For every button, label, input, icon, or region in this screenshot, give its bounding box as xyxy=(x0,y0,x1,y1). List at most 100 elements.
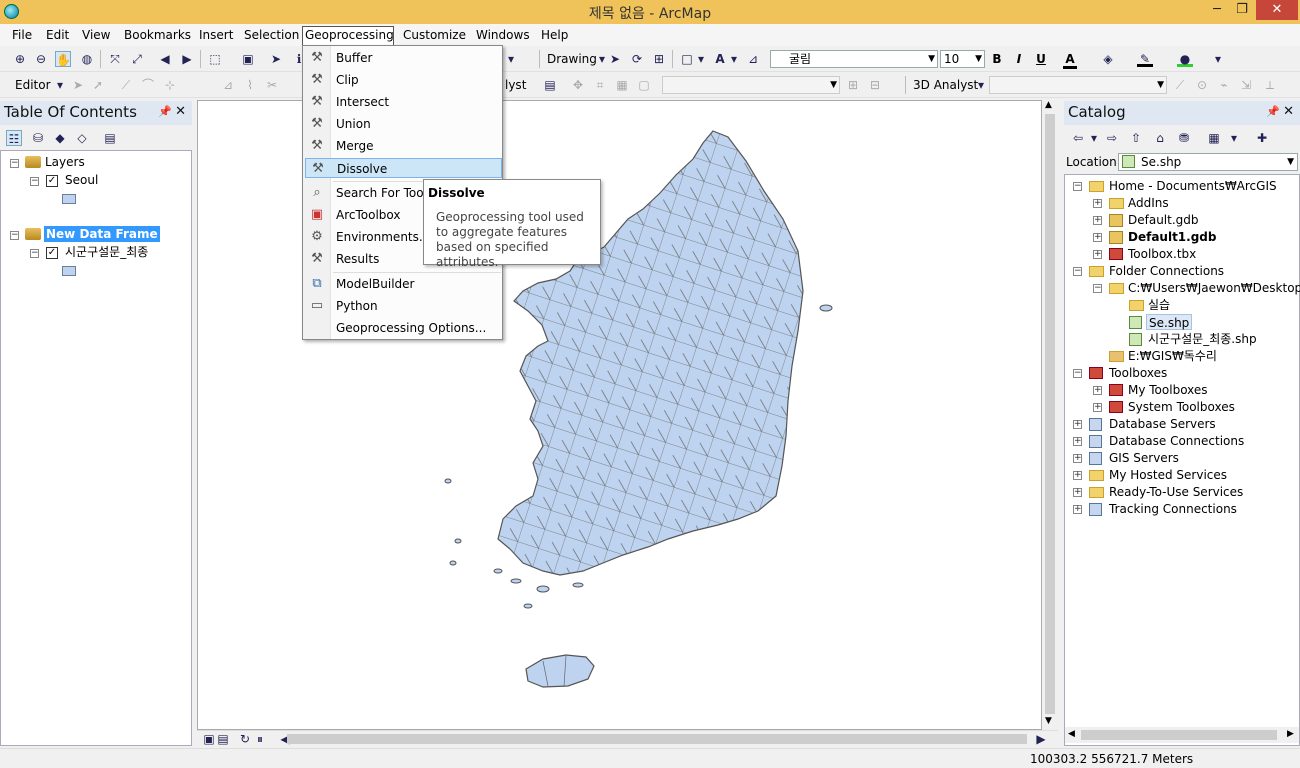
data-frame-new[interactable]: New Data Frame xyxy=(44,226,160,242)
expander-minus-icon[interactable]: − xyxy=(30,177,39,186)
scrollbar-thumb[interactable] xyxy=(287,734,1027,744)
expander-minus-icon[interactable]: − xyxy=(1093,284,1102,293)
underline-button[interactable]: U xyxy=(1034,52,1048,66)
forward-icon[interactable]: ⇨ xyxy=(1104,130,1120,146)
clear-selection-icon[interactable]: ▣ xyxy=(240,51,256,67)
select-elements-icon[interactable]: ➤ xyxy=(268,51,284,67)
location-combo[interactable]: Se.shp ▼ xyxy=(1118,153,1298,171)
catalog-item-home[interactable]: Home - Documents₩ArcGIS xyxy=(1109,178,1277,194)
menu-item-clip[interactable]: ⚒ Clip xyxy=(305,70,502,90)
catalog-item-database-connections[interactable]: Database Connections xyxy=(1109,433,1244,449)
menu-item-buffer[interactable]: ⚒ Buffer xyxy=(305,48,502,68)
catalog-item-my-hosted-services[interactable]: My Hosted Services xyxy=(1109,467,1227,483)
chevron-down-icon[interactable]: ▼ xyxy=(975,51,982,67)
map-vertical-scrollbar[interactable]: ▲ ▼ xyxy=(1042,100,1058,730)
toc-options-icon[interactable]: ▤ xyxy=(102,130,118,146)
expander-plus-icon[interactable]: + xyxy=(1073,471,1082,480)
layer-symbol-swatch[interactable] xyxy=(62,194,76,204)
list-by-visibility-icon[interactable]: ◆ xyxy=(52,130,68,146)
scroll-up-icon[interactable]: ▲ xyxy=(1045,100,1052,110)
home-icon[interactable]: ⌂ xyxy=(1152,130,1168,146)
up-one-level-icon[interactable]: ⇧ xyxy=(1128,130,1144,146)
catalog-item-desktop-folder[interactable]: C:₩Users₩Jaewon₩Desktop₩GI xyxy=(1128,280,1300,296)
scroll-down-icon[interactable]: ▼ xyxy=(1045,716,1052,726)
select-elements-pointer-icon[interactable]: ➤ xyxy=(607,51,623,67)
menu-help[interactable]: Help xyxy=(539,27,570,45)
scroll-right-icon[interactable]: ▶ xyxy=(1033,731,1049,747)
catalog-item-ready-to-use-services[interactable]: Ready-To-Use Services xyxy=(1109,484,1243,500)
menu-view[interactable]: View xyxy=(80,27,112,45)
expander-plus-icon[interactable]: + xyxy=(1073,454,1082,463)
views-dropdown-icon[interactable]: ▾ xyxy=(1226,130,1242,146)
catalog-item-addins[interactable]: AddIns xyxy=(1128,195,1169,211)
marker-color-icon[interactable]: ● xyxy=(1177,51,1193,67)
catalog-item-database-servers[interactable]: Database Servers xyxy=(1109,416,1216,432)
back-dropdown-icon[interactable]: ▾ xyxy=(1086,130,1102,146)
expander-minus-icon[interactable]: − xyxy=(1073,267,1082,276)
zoom-whole-page-icon[interactable]: ⊞ xyxy=(651,51,667,67)
connect-folder-icon[interactable]: ⛃ xyxy=(1176,130,1192,146)
back-icon[interactable]: ⇦ xyxy=(1070,130,1086,146)
rotate-icon[interactable]: ⟳ xyxy=(629,51,645,67)
pause-drawing-icon[interactable]: ⏸ xyxy=(252,731,268,747)
catalog-horizontal-scrollbar[interactable]: ◀ ▶ xyxy=(1065,727,1299,743)
fill-color-icon[interactable]: ◈ xyxy=(1100,51,1116,67)
catalog-item-toolboxes[interactable]: Toolboxes xyxy=(1109,365,1167,381)
list-by-selection-icon[interactable]: ◇ xyxy=(74,130,90,146)
expander-plus-icon[interactable]: + xyxy=(1093,233,1102,242)
layout-view-icon[interactable]: ▤ xyxy=(215,731,231,747)
expander-minus-icon[interactable]: − xyxy=(10,231,19,240)
back-extent-icon[interactable]: ◀ xyxy=(157,51,173,67)
select-features-icon[interactable]: ⬚ xyxy=(207,51,223,67)
expander-plus-icon[interactable]: + xyxy=(1073,505,1082,514)
italic-button[interactable]: I xyxy=(1012,52,1026,66)
map-horizontal-scrollbar[interactable]: ▣ ▤ ↻ ⏸ ◀ ▶ xyxy=(197,730,1058,746)
expander-plus-icon[interactable]: + xyxy=(1093,403,1102,412)
forward-extent-icon[interactable]: ▶ xyxy=(179,51,195,67)
catalog-item-folder-connections[interactable]: Folder Connections xyxy=(1109,263,1224,279)
menu-item-union[interactable]: ⚒ Union xyxy=(305,114,502,134)
toolbar-options-icon[interactable]: ▾ xyxy=(1210,51,1226,67)
menu-item-dissolve[interactable]: ⚒ Dissolve xyxy=(305,158,502,178)
font-size-combo[interactable]: 10 ▼ xyxy=(940,50,985,68)
text-dropdown-icon[interactable]: ▾ xyxy=(726,51,742,67)
menu-item-modelbuilder[interactable]: ⧉ ModelBuilder xyxy=(305,274,502,294)
menu-insert[interactable]: Insert xyxy=(197,27,235,45)
layer-visibility-checkbox[interactable]: ✓ xyxy=(46,175,58,187)
layer-symbol-swatch[interactable] xyxy=(62,266,76,276)
editor-menu[interactable]: Editor xyxy=(15,78,51,92)
menu-item-python[interactable]: ▭ Python xyxy=(305,296,502,316)
pan-icon[interactable]: ✋ xyxy=(55,51,71,67)
font-color-button[interactable]: A xyxy=(1063,52,1077,69)
scrollbar-thumb[interactable] xyxy=(1081,730,1277,740)
catalog-item-e-drive-folder[interactable]: E:₩GIS₩독수리 xyxy=(1128,348,1217,364)
expander-plus-icon[interactable]: + xyxy=(1093,216,1102,225)
drawing-menu[interactable]: Drawing xyxy=(547,52,597,66)
maximize-button[interactable]: ❐ xyxy=(1230,0,1254,20)
menu-item-intersect[interactable]: ⚒ Intersect xyxy=(305,92,502,112)
line-color-icon[interactable]: ✎ xyxy=(1137,51,1153,67)
close-icon[interactable]: ✕ xyxy=(1283,101,1294,123)
layer-sigungu-survey[interactable]: 시군구설문_최종 xyxy=(65,244,148,260)
catalog-item-se-shp[interactable]: Se.shp xyxy=(1146,314,1193,330)
fixed-zoom-out-icon[interactable]: ⤢ xyxy=(129,51,145,67)
editor-dropdown-icon[interactable]: ▾ xyxy=(52,77,68,93)
chevron-down-icon[interactable]: ▼ xyxy=(1287,154,1294,170)
catalog-item-default-gdb[interactable]: Default.gdb xyxy=(1128,212,1199,228)
toolbar-options-icon[interactable]: ▾ xyxy=(503,51,519,67)
catalog-item-default1-gdb[interactable]: Default1.gdb xyxy=(1128,229,1217,245)
expander-minus-icon[interactable]: − xyxy=(1073,182,1082,191)
zoom-in-icon[interactable]: ⊕ xyxy=(12,51,28,67)
catalog-item-my-toolboxes[interactable]: My Toolboxes xyxy=(1128,382,1208,398)
edit-vertices-icon[interactable]: ⊿ xyxy=(745,51,761,67)
menu-windows[interactable]: Windows xyxy=(474,27,532,45)
rectangle-dropdown-icon[interactable]: ▾ xyxy=(693,51,709,67)
catalog-item-system-toolboxes[interactable]: System Toolboxes xyxy=(1128,399,1235,415)
3d-analyst-dropdown-icon[interactable]: ▾ xyxy=(973,77,989,93)
views-icon[interactable]: ▦ xyxy=(1206,130,1222,146)
scroll-right-icon[interactable]: ▶ xyxy=(1287,729,1294,739)
catalog-item-silseup[interactable]: 실습 xyxy=(1148,297,1170,313)
expander-minus-icon[interactable]: − xyxy=(30,249,39,258)
minimize-button[interactable]: ─ xyxy=(1205,0,1229,20)
catalog-item-toolbox-tbx[interactable]: Toolbox.tbx xyxy=(1128,246,1196,262)
